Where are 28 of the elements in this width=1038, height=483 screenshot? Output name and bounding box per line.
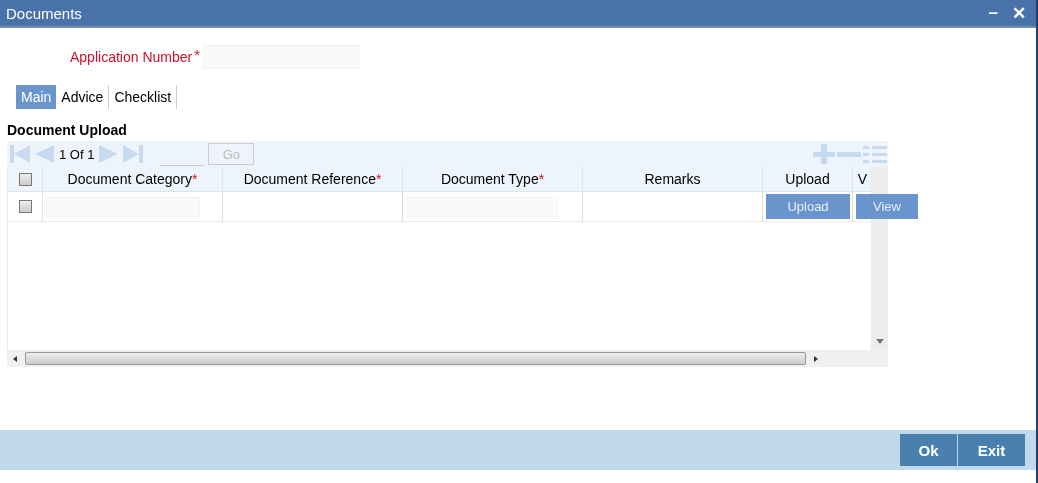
minimize-button[interactable]: – — [986, 2, 1000, 24]
ok-button[interactable]: Ok — [900, 434, 958, 466]
column-header: Remarks — [583, 167, 763, 191]
close-button[interactable]: ✕ — [1010, 2, 1028, 24]
scroll-right-icon[interactable] — [812, 354, 820, 363]
scroll-down-icon[interactable] — [875, 339, 884, 345]
column-header: Upload — [763, 167, 853, 191]
exit-button[interactable]: Exit — [958, 434, 1026, 466]
previous-page-icon[interactable] — [33, 144, 55, 164]
row-checkbox[interactable] — [18, 200, 32, 213]
column-header: Document Type* — [403, 167, 583, 191]
field-label: Application Number — [70, 49, 193, 65]
scroll-left-icon[interactable] — [11, 354, 19, 363]
add-row-icon[interactable] — [812, 144, 836, 164]
last-page-icon[interactable] — [122, 144, 145, 164]
horizontal-scrollbar[interactable] — [7, 350, 888, 367]
view-button[interactable]: View — [856, 194, 918, 219]
section-title: Document Upload — [7, 122, 128, 138]
page-indicator: 1 Of 1 — [59, 146, 95, 162]
window-title: Documents — [6, 4, 83, 22]
select-all-checkbox[interactable] — [18, 172, 32, 186]
first-page-icon[interactable] — [9, 144, 31, 164]
upload-button[interactable]: Upload — [766, 194, 850, 219]
required-mark: * — [194, 45, 200, 63]
column-header: Document Reference* — [223, 167, 403, 191]
column-header: Document Category* — [43, 167, 223, 191]
tab[interactable]: Main — [16, 85, 57, 109]
list-icon[interactable] — [862, 144, 888, 164]
